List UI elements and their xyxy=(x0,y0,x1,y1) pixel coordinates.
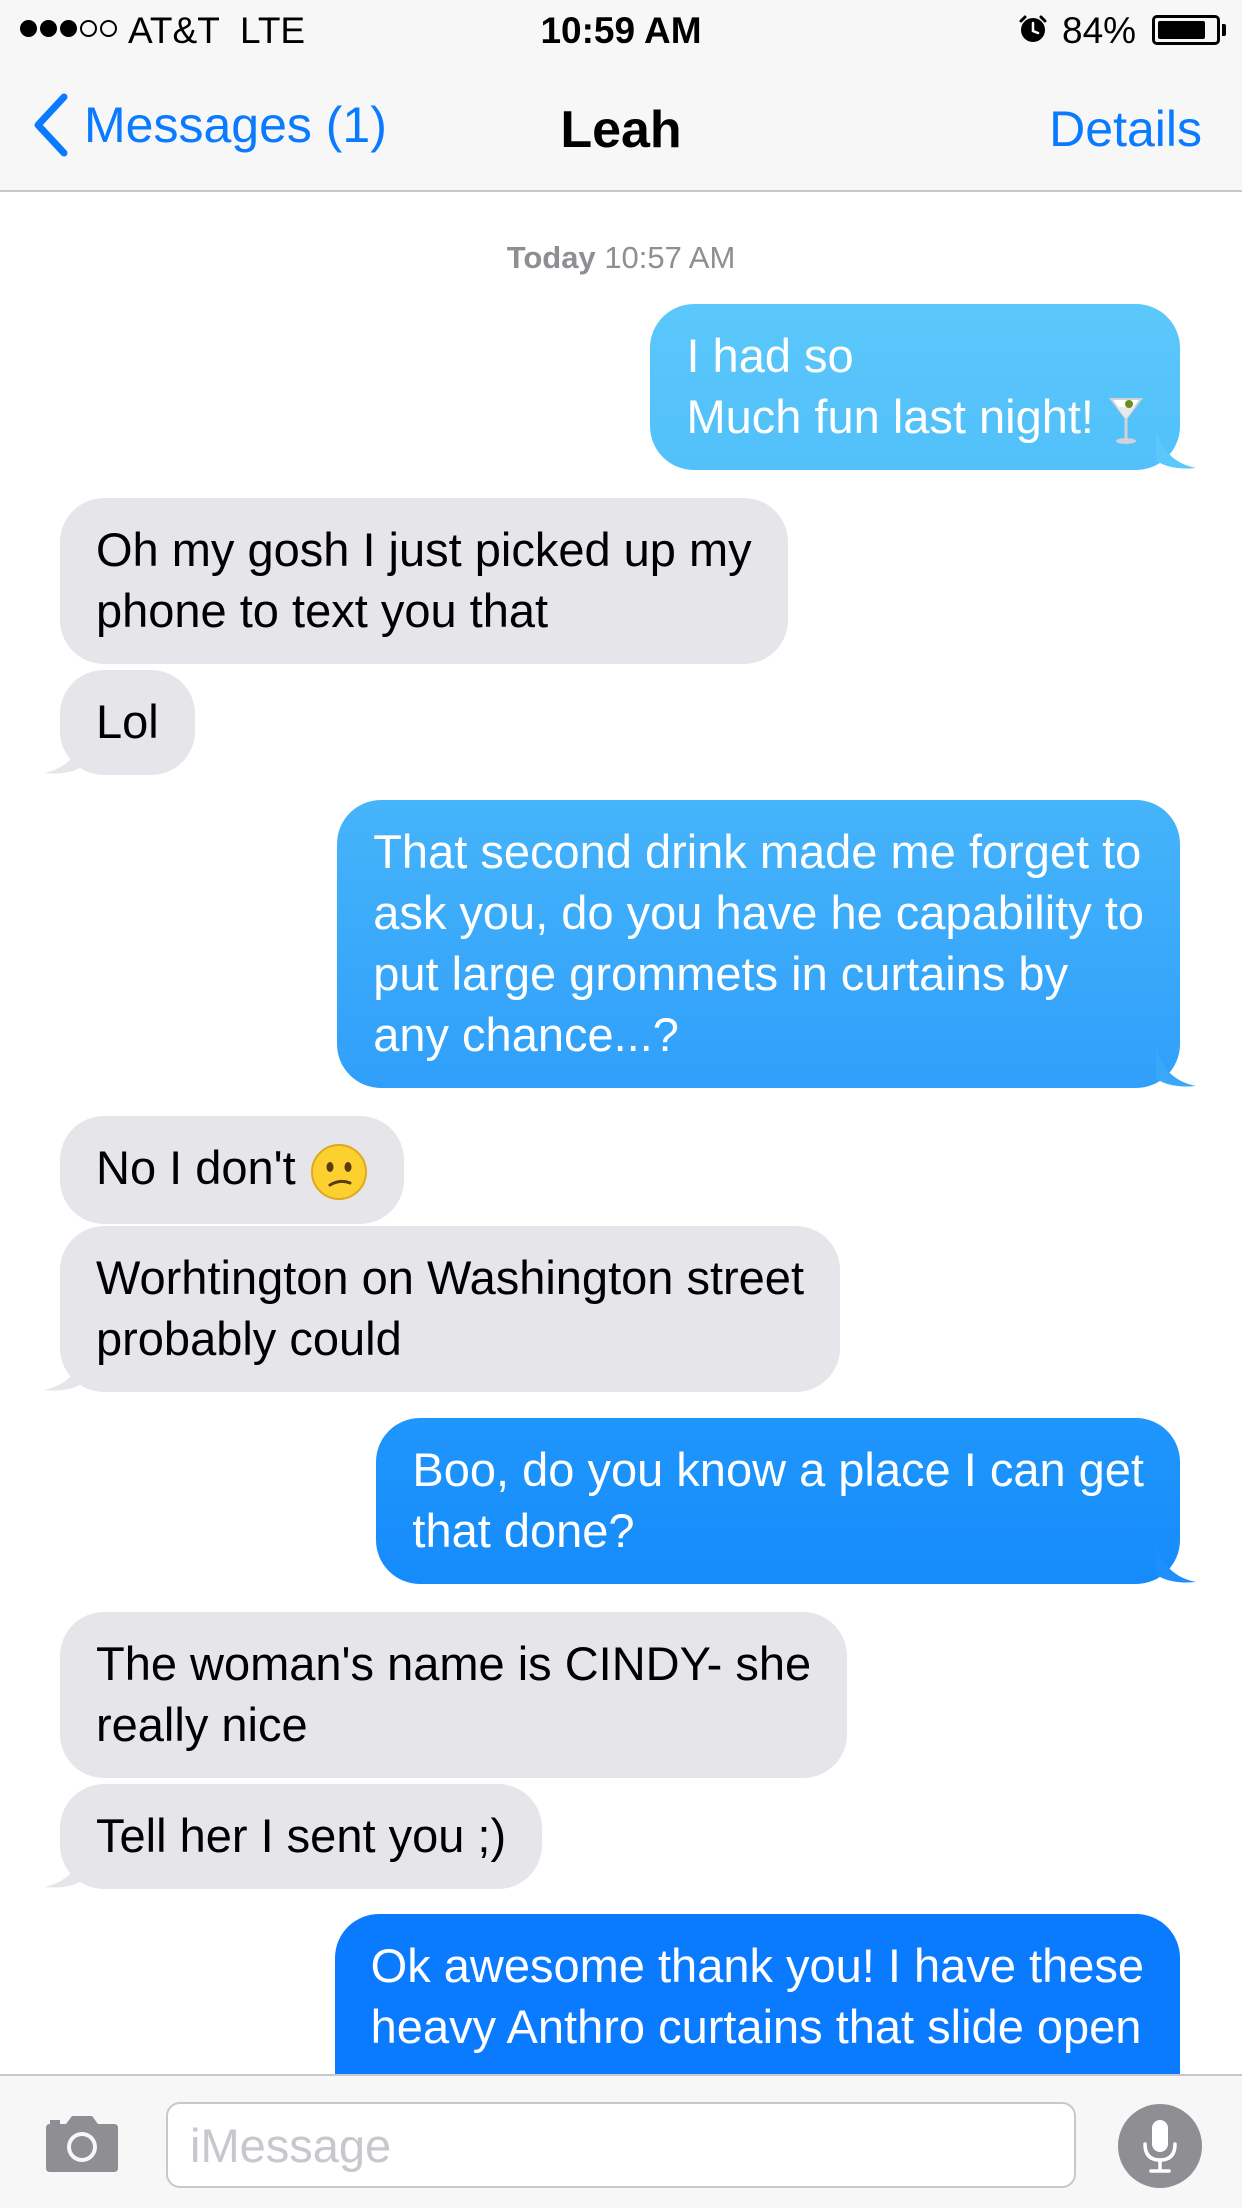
outgoing-message-bubble[interactable]: That second drink made me forget to ask … xyxy=(337,800,1196,1088)
microphone-button[interactable] xyxy=(1118,2104,1202,2188)
status-time: 10:59 AM xyxy=(540,10,702,51)
message-line: Oh my gosh I just picked up my xyxy=(96,523,752,576)
message-line-with-emoji: Much fun last night! xyxy=(686,386,1144,447)
incoming-message-bubble[interactable]: Lol xyxy=(44,670,195,775)
message-line: The woman's name is CINDY- she xyxy=(96,1637,812,1690)
incoming-message-bubble[interactable]: Worhtington on Washington street probabl… xyxy=(44,1226,841,1392)
bubble-tail xyxy=(44,1352,84,1391)
confused-face-icon xyxy=(310,1143,367,1200)
outgoing-message-bubble[interactable]: Ok awesome thank you! I have these heavy… xyxy=(334,1914,1180,2074)
bubble-tail xyxy=(44,735,84,774)
thread-timestamp: Today 10:57 AM xyxy=(0,240,1242,276)
message-line: put large grommets in curtains by xyxy=(373,947,1069,1000)
bubble-tail xyxy=(1156,1544,1196,1583)
outgoing-message-bubble[interactable]: Boo, do you know a place I can get that … xyxy=(376,1418,1196,1584)
battery-percent: 84% xyxy=(1062,10,1137,51)
message-line: Lol xyxy=(96,695,159,748)
details-button[interactable]: Details xyxy=(1049,100,1202,158)
imessage-input[interactable] xyxy=(166,2102,1076,2188)
status-bar: AT&T LTE 10:59 AM 84% xyxy=(0,0,1242,62)
incoming-message-bubble[interactable]: No I don't xyxy=(60,1116,404,1224)
message-line: Worhtington on Washington street xyxy=(96,1251,805,1304)
message-line-with-emoji: No I don't xyxy=(96,1137,368,1201)
message-line: Tell her I sent you ;) xyxy=(96,1809,507,1862)
bubble-tail xyxy=(1156,1048,1196,1087)
battery-level xyxy=(1158,21,1206,39)
message-line: phone to text you that xyxy=(96,584,549,637)
microphone-icon xyxy=(1143,2120,1177,2173)
cocktail-glass-icon xyxy=(1109,397,1143,444)
battery-tip xyxy=(1222,24,1226,36)
incoming-message-bubble[interactable]: Tell her I sent you ;) xyxy=(44,1784,543,1889)
message-line: probably could xyxy=(96,1312,402,1365)
camera-icon[interactable] xyxy=(42,2112,122,2174)
message-line: heavy Anthro curtains that slide open xyxy=(370,2000,1142,2053)
message-line: I had so xyxy=(686,329,854,382)
message-line: Ok awesome thank you! I have these xyxy=(370,1939,1144,1992)
message-input-bar xyxy=(0,2074,1242,2208)
navigation-bar: Messages (1) Leah Details xyxy=(0,62,1242,192)
message-line: That second drink made me forget to xyxy=(373,825,1142,878)
message-line: Boo, do you know a place I can get xyxy=(412,1443,1144,1496)
message-line: really nice xyxy=(96,1698,308,1751)
bubble-tail xyxy=(44,1849,84,1888)
battery-icon xyxy=(1152,15,1220,45)
bubble-tail xyxy=(1156,430,1196,469)
message-line: any chance...? xyxy=(373,1008,679,1061)
message-line-text: No I don't xyxy=(96,1141,296,1194)
message-line-text: Much fun last night! xyxy=(686,390,1094,443)
message-line: ask you, do you have he capability to xyxy=(373,886,1144,939)
timestamp-day: Today xyxy=(506,240,596,275)
message-line: that done? xyxy=(412,1504,635,1557)
message-thread[interactable]: Today 10:57 AM I had so Much fun last ni… xyxy=(0,194,1242,2074)
incoming-message-bubble[interactable]: The woman's name is CINDY- she really ni… xyxy=(60,1612,848,1778)
incoming-message-bubble[interactable]: Oh my gosh I just picked up my phone to … xyxy=(60,498,788,664)
alarm-clock-icon xyxy=(1019,15,1047,42)
outgoing-message-bubble[interactable]: I had so Much fun last night! xyxy=(650,304,1196,470)
timestamp-time: 10:57 AM xyxy=(604,240,736,275)
